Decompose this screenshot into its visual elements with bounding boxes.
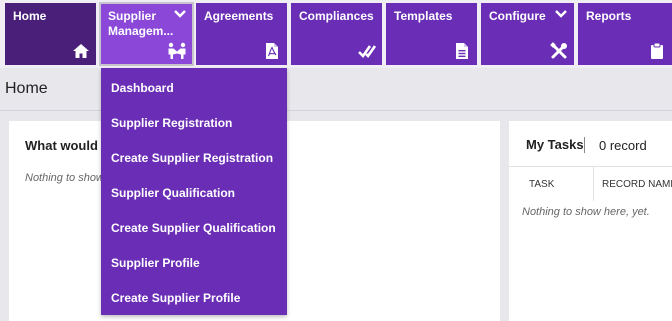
welcome-empty-text: Nothing to show	[25, 172, 104, 184]
home-icon	[73, 44, 89, 58]
nav-label-supplier-management: Supplier Managem...	[108, 9, 173, 39]
tasks-record-count: 0 record	[599, 138, 647, 153]
nav-label-home: Home	[13, 9, 47, 23]
pdf-document-icon	[266, 43, 278, 59]
tools-icon	[550, 42, 567, 59]
my-tasks-title: My Tasks	[526, 137, 584, 152]
top-nav: Home Supplier Managem... Agreements Comp…	[0, 0, 672, 68]
nav-tile-reports[interactable]: Reports	[578, 3, 672, 65]
nav-label-configure: Configure	[489, 9, 546, 23]
menu-item-supplier-registration[interactable]: Supplier Registration	[111, 116, 232, 130]
document-icon	[456, 43, 468, 59]
menu-item-create-supplier-registration[interactable]: Create Supplier Registration	[111, 151, 273, 165]
clipboard-icon	[651, 42, 663, 59]
table-column-separator	[593, 166, 594, 201]
nav-label-supplier-line1: Supplier	[108, 9, 157, 23]
handshake-icon	[168, 42, 186, 59]
nav-label-templates: Templates	[394, 9, 453, 23]
menu-item-supplier-profile[interactable]: Supplier Profile	[111, 256, 200, 270]
nav-tile-agreements[interactable]: Agreements	[196, 3, 287, 65]
breadcrumb: Home	[5, 80, 48, 97]
tasks-empty-text: Nothing to show here, yet.	[522, 206, 650, 218]
menu-item-supplier-qualification[interactable]: Supplier Qualification	[111, 186, 235, 200]
supplier-management-dropdown: Dashboard Supplier Registration Create S…	[101, 68, 287, 315]
column-header-task[interactable]: TASK	[529, 179, 554, 190]
column-header-record-name[interactable]: RECORD NAME	[602, 179, 672, 190]
nav-label-agreements: Agreements	[204, 9, 274, 23]
welcome-card-title: What would y	[25, 138, 109, 153]
nav-label-compliances: Compliances	[299, 9, 374, 23]
double-check-icon	[358, 45, 376, 59]
menu-item-create-supplier-qualification[interactable]: Create Supplier Qualification	[111, 221, 276, 235]
nav-tile-configure[interactable]: Configure	[481, 3, 574, 65]
menu-item-dashboard[interactable]: Dashboard	[111, 81, 174, 95]
nav-tile-templates[interactable]: Templates	[386, 3, 477, 65]
menu-item-create-supplier-profile[interactable]: Create Supplier Profile	[111, 291, 240, 305]
title-separator	[584, 137, 585, 153]
nav-tile-home[interactable]: Home	[5, 3, 96, 65]
nav-label-supplier-line2: Managem...	[108, 24, 174, 38]
chevron-down-icon[interactable]	[173, 9, 187, 19]
my-tasks-card: My Tasks 0 record TASK RECORD NAME Nothi…	[509, 121, 672, 321]
nav-tile-compliances[interactable]: Compliances	[291, 3, 382, 65]
nav-tile-supplier-management[interactable]: Supplier Managem...	[99, 2, 194, 66]
table-header-border	[509, 166, 672, 167]
nav-label-reports: Reports	[586, 9, 632, 23]
chevron-down-icon[interactable]	[554, 9, 568, 19]
